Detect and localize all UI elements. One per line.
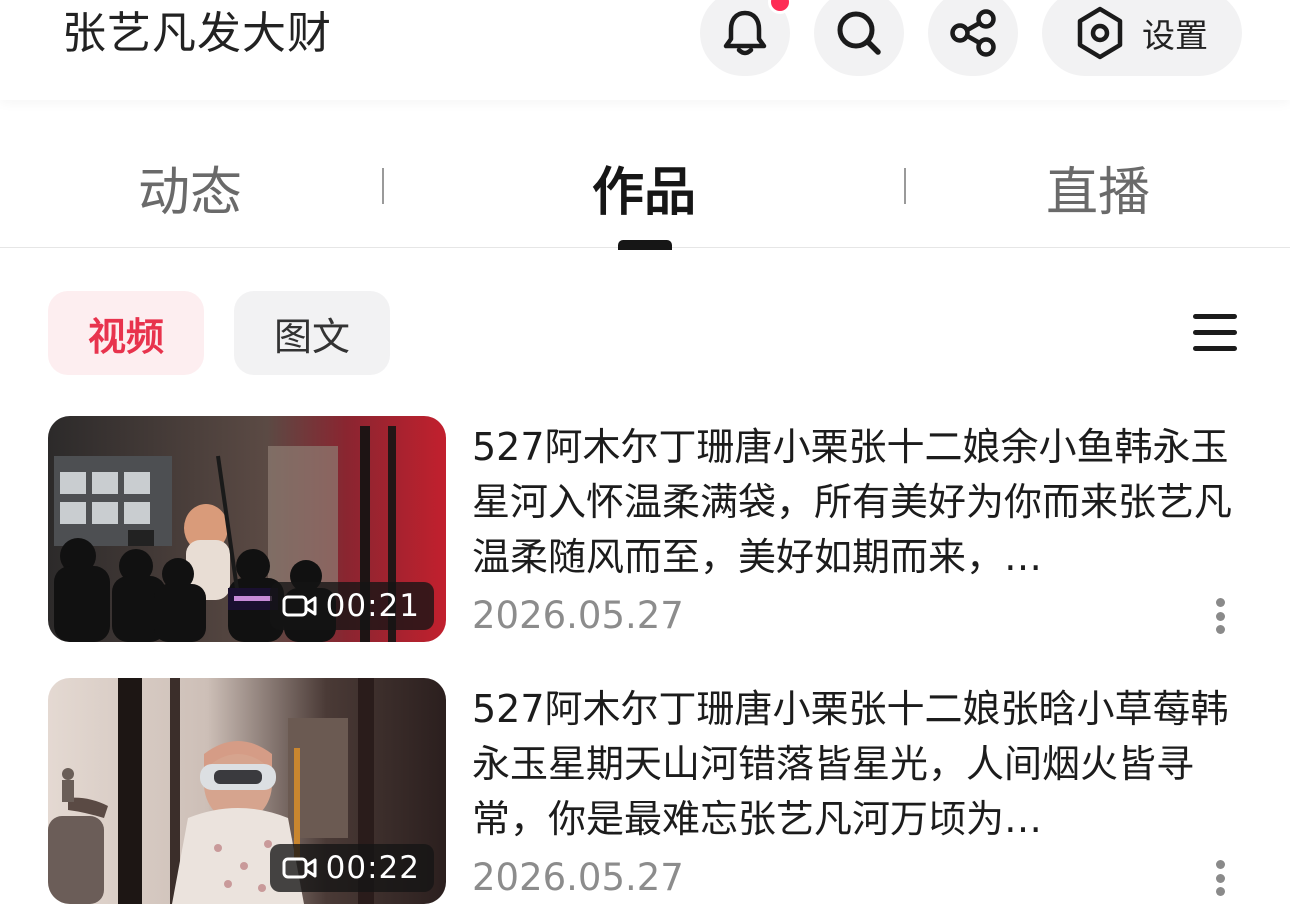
video-camera-icon — [282, 857, 317, 879]
share-icon — [950, 9, 996, 57]
active-tab-indicator — [618, 240, 672, 250]
tab-divider — [904, 168, 906, 204]
list-menu-icon[interactable] — [1190, 308, 1240, 358]
notifications-button[interactable] — [700, 0, 792, 76]
video-date: 2026.05.27 — [472, 594, 684, 637]
more-dot — [1215, 598, 1225, 607]
more-dot — [1215, 625, 1225, 634]
more-options-button[interactable] — [1204, 856, 1236, 900]
video-list-item[interactable]: 00:21 527阿木尔丁珊唐小栗张十二娘余小鱼韩永玉星河入怀温柔满袋，所有美好… — [48, 416, 1248, 642]
more-dot — [1215, 887, 1225, 896]
settings-icon — [1077, 6, 1123, 60]
duration-badge: 00:22 — [269, 844, 434, 892]
filter-video-chip[interactable]: 视频 — [48, 291, 204, 375]
tab-works[interactable]: 作品 — [494, 158, 794, 228]
settings-label: 设置 — [1142, 16, 1208, 55]
video-title[interactable]: 527阿木尔丁珊唐小栗张十二娘张晗小草莓韩永玉星期天山河错落皆星光，人间烟火皆寻… — [472, 682, 1242, 847]
video-thumbnail[interactable]: 00:21 — [48, 416, 446, 642]
more-options-button[interactable] — [1204, 594, 1236, 638]
duration-badge: 00:21 — [269, 582, 434, 630]
search-icon — [837, 11, 881, 55]
video-date: 2026.05.27 — [472, 856, 684, 899]
video-duration: 00:21 — [325, 588, 420, 624]
video-thumbnail[interactable]: 00:22 — [48, 678, 446, 904]
search-button[interactable] — [814, 0, 904, 76]
profile-name: 张艺凡发大财 — [62, 8, 332, 59]
more-dot — [1215, 873, 1225, 883]
settings-button[interactable]: 设置 — [1042, 0, 1242, 76]
video-list-item[interactable]: 00:22 527阿木尔丁珊唐小栗张十二娘张晗小草莓韩永玉星期天山河错落皆星光，… — [48, 678, 1248, 904]
video-title[interactable]: 527阿木尔丁珊唐小栗张十二娘余小鱼韩永玉星河入怀温柔满袋，所有美好为你而来张艺… — [472, 420, 1242, 585]
tab-divider — [382, 168, 384, 204]
profile-tabs: 动态 作品 直播 — [0, 130, 1290, 250]
video-camera-icon — [282, 595, 317, 617]
more-dot — [1215, 611, 1225, 621]
tab-live[interactable]: 直播 — [948, 158, 1248, 228]
tab-dynamic[interactable]: 动态 — [40, 158, 340, 228]
bell-icon — [723, 10, 767, 56]
video-duration: 00:22 — [325, 850, 420, 886]
filter-image-text-chip[interactable]: 图文 — [234, 291, 390, 375]
more-dot — [1215, 860, 1225, 869]
profile-header: 张艺凡发大财 设置 — [0, 0, 1290, 100]
share-button[interactable] — [928, 0, 1018, 76]
